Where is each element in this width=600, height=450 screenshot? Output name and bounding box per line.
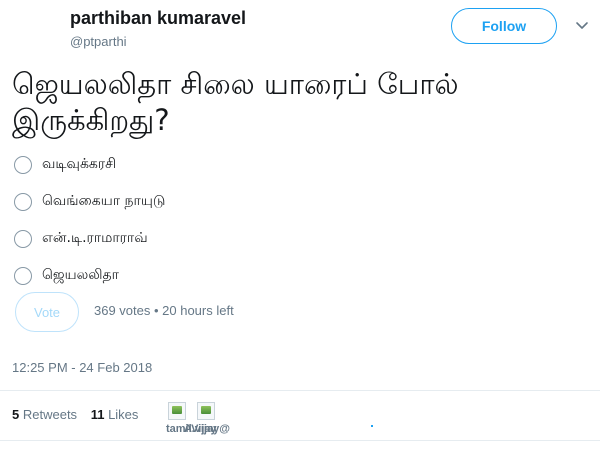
retweets-count: 5 <box>12 407 20 422</box>
poll-option-label: ஜெயலலிதா <box>42 266 119 283</box>
vote-button[interactable]: Vote <box>15 292 79 332</box>
tweet-timestamp[interactable]: 12:25 PM - 24 Feb 2018 <box>12 360 152 375</box>
liker-avatar-caption: AVijay <box>184 423 217 435</box>
broken-image-icon[interactable] <box>197 402 215 420</box>
retweets-label: Retweets <box>22 407 78 422</box>
follow-button[interactable]: Follow <box>451 8 557 44</box>
poll-option-label: வெங்கையா நாயுடு <box>42 192 166 209</box>
poll-option[interactable]: வடிவுக்கரசி <box>14 146 414 183</box>
radio-circle-icon[interactable] <box>14 155 32 174</box>
likes-label: Likes <box>108 407 139 422</box>
author-display-name[interactable]: parthiban kumaravel <box>70 8 246 29</box>
tweet-text: ஜெயலலிதா சிலை யாரைப் போல் இருக்கிறது? <box>12 67 459 137</box>
poll-option[interactable]: என்.டி.ராமாராவ் <box>14 220 414 257</box>
dot-mark <box>371 425 373 427</box>
author-handle[interactable]: @ptparthi <box>70 34 127 49</box>
poll-option[interactable]: ஜெயலலிதா <box>14 257 414 294</box>
poll-option-label: என்.டி.ராமாராவ் <box>42 229 148 246</box>
poll-option-label: வடிவுக்கரசி <box>42 155 117 172</box>
radio-circle-icon[interactable] <box>14 229 32 248</box>
radio-circle-icon[interactable] <box>14 192 32 211</box>
poll-options: வடிவுக்கரசி வெங்கையா நாயுடு என்.டி.ராமார… <box>14 146 414 294</box>
divider <box>0 440 600 441</box>
likes-stat[interactable]: 11 Likes <box>91 407 139 422</box>
poll-meta: 369 votes • 20 hours left <box>94 303 234 318</box>
chevron-down-icon[interactable] <box>574 17 590 33</box>
divider <box>0 390 600 391</box>
poll-option[interactable]: வெங்கையா நாயுடு <box>14 183 414 220</box>
likes-count: 11 <box>90 407 105 422</box>
retweets-stat[interactable]: 5 Retweets <box>12 407 77 422</box>
tweet-stats: 5 Retweets 11 Likes <box>12 407 148 422</box>
broken-image-icon[interactable] <box>168 402 186 420</box>
radio-circle-icon[interactable] <box>14 266 32 285</box>
